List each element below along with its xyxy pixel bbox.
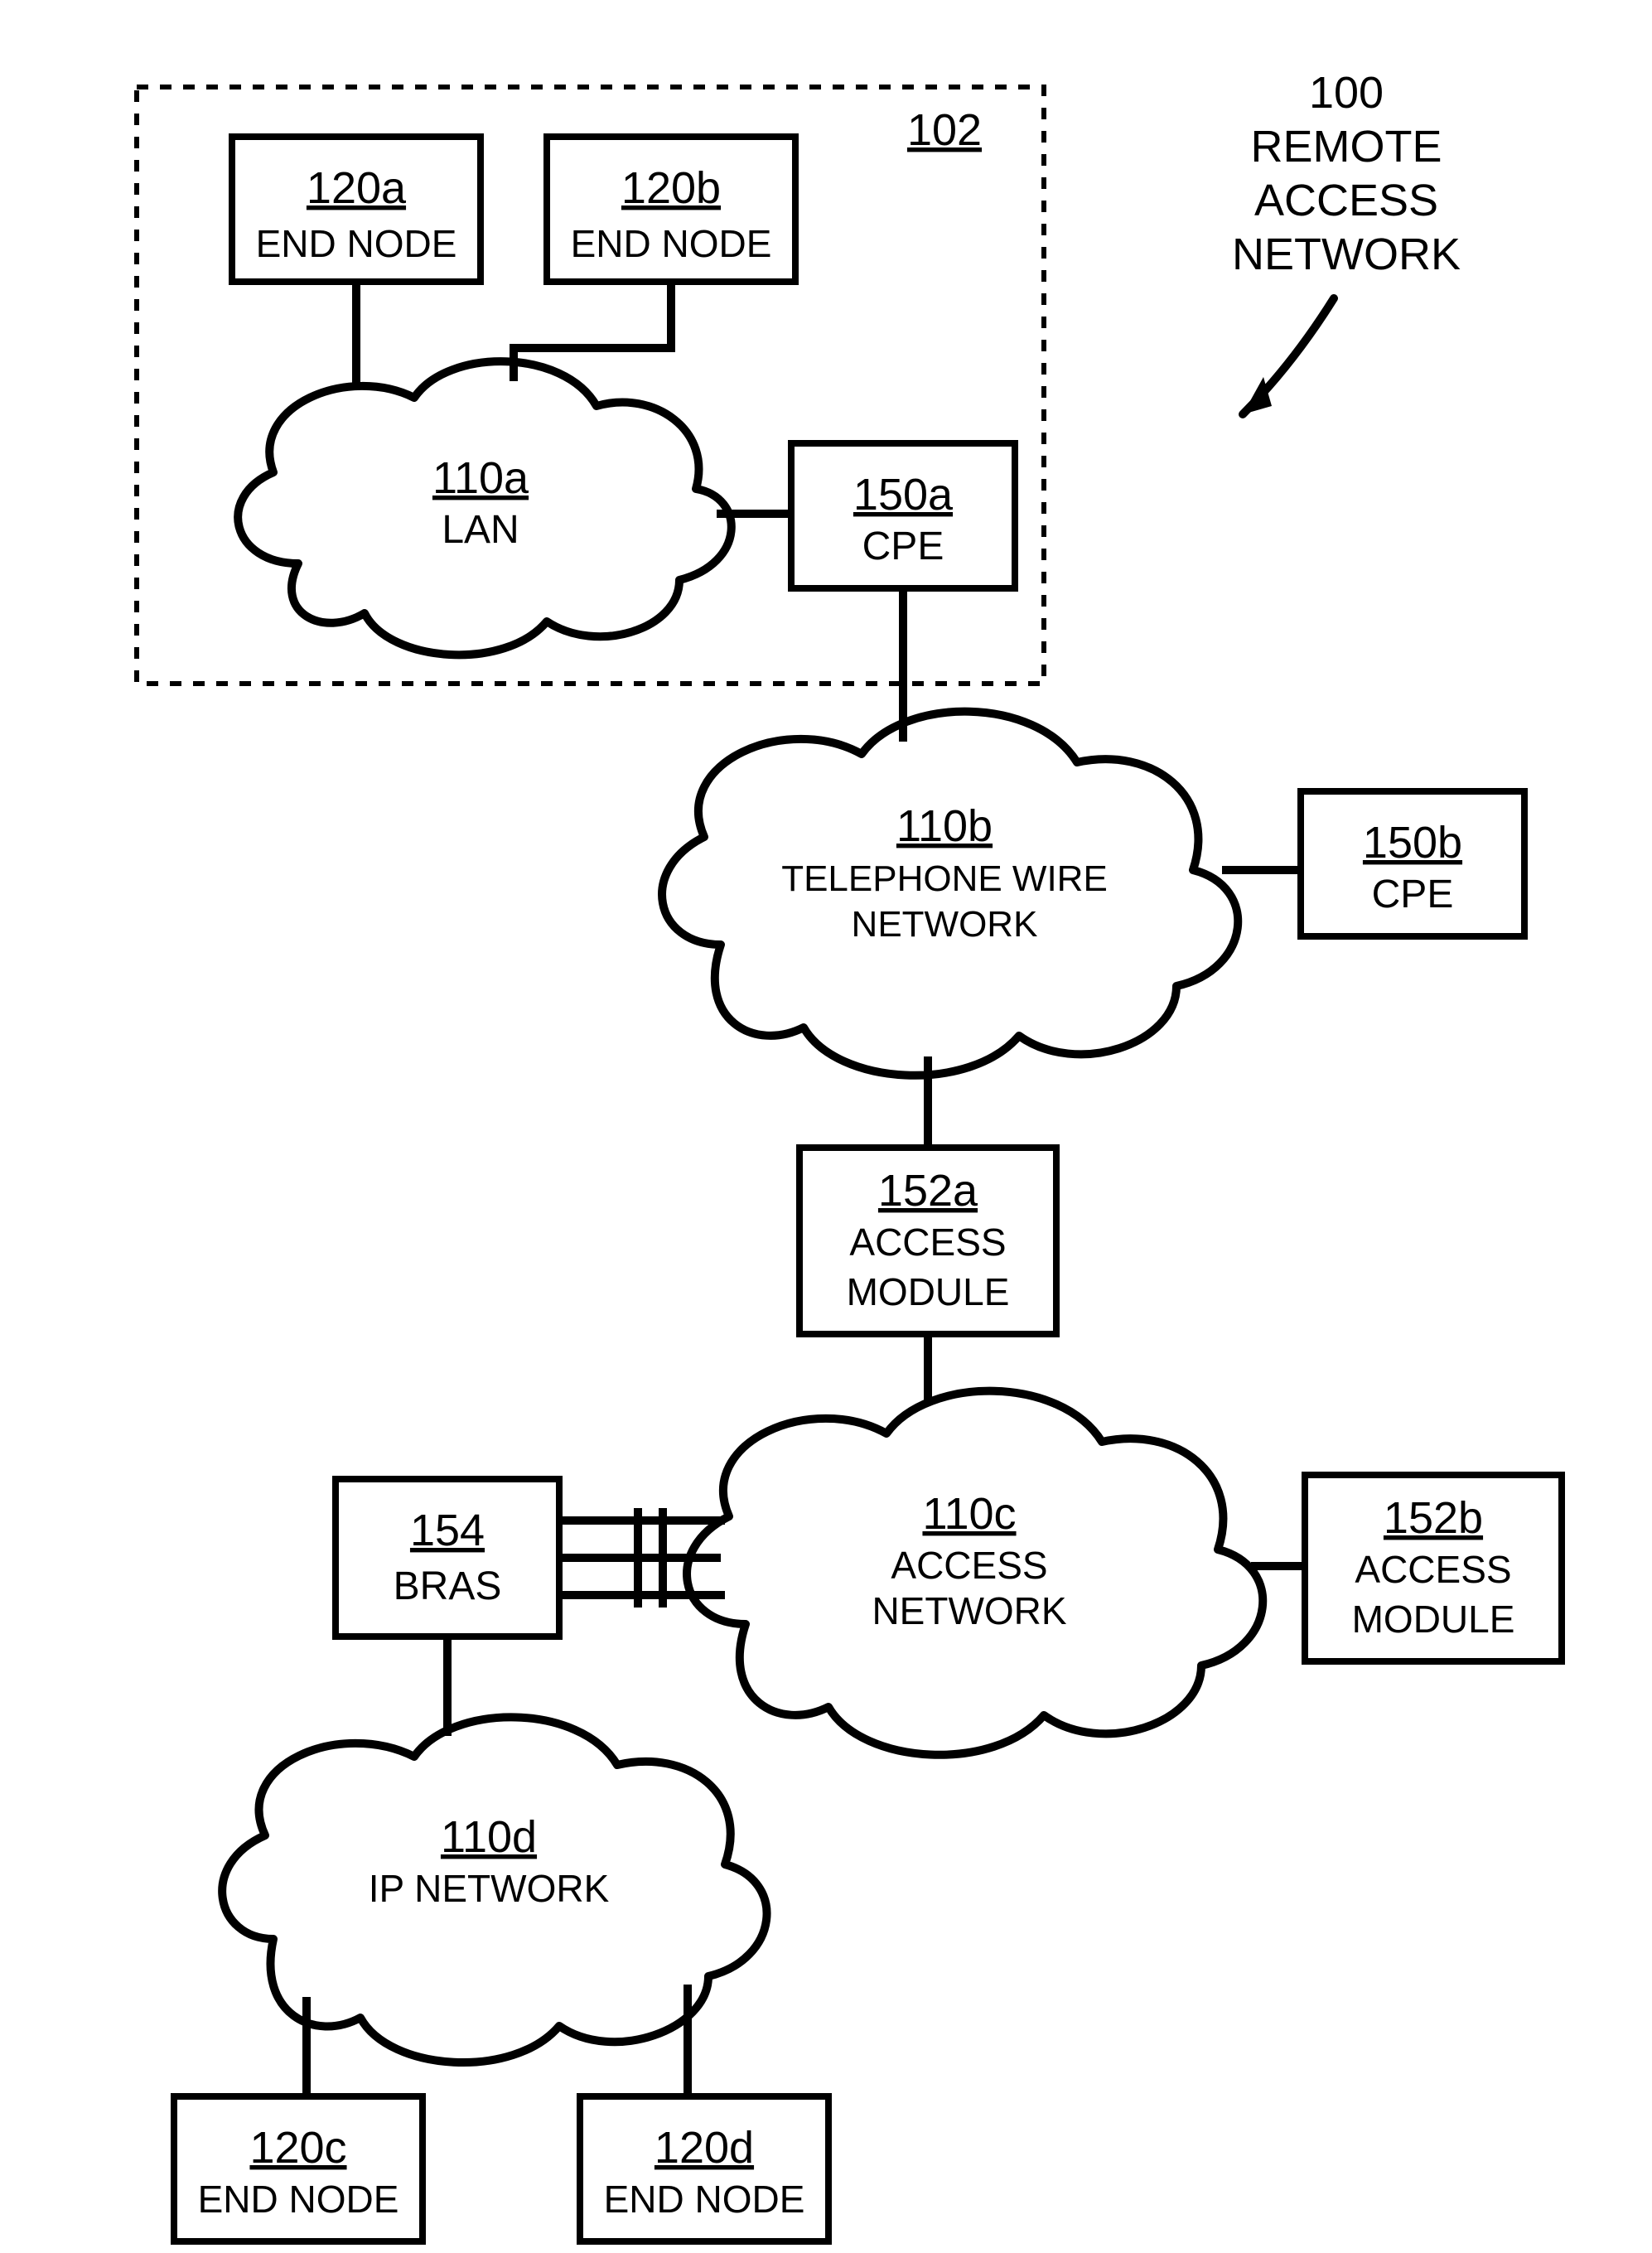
end-node-120a-ref: 120a [307,163,407,213]
cpe-150a-label: CPE [862,525,944,568]
diagram-title: 100 REMOTE ACCESS NETWORK [1232,68,1461,414]
cpe-150b-ref: 150b [1363,818,1462,868]
end-node-120a-label: END NODE [256,222,457,265]
link-bras-access-multi [559,1508,725,1608]
ip-cloud-ref: 110d [441,1812,537,1862]
access-cloud-110c: 110c ACCESS NETWORK [687,1391,1263,1755]
access-module-152a: 152a ACCESS MODULE [799,1148,1056,1334]
title-line3: NETWORK [1232,230,1461,279]
end-node-120c-ref: 120c [249,2123,346,2173]
access-module-152a-line1: ACCESS [849,1221,1006,1264]
access-module-152b: 152b ACCESS MODULE [1305,1475,1562,1661]
title-ref: 100 [1309,68,1384,118]
access-module-152a-ref: 152a [878,1166,978,1216]
cpe-150b: 150b CPE [1301,791,1524,936]
cpe-150a-ref: 150a [853,470,954,520]
end-node-120c-label: END NODE [198,2178,399,2221]
lan-cloud-label: LAN [442,508,519,552]
access-cloud-line1: ACCESS [891,1544,1047,1587]
lan-cloud-ref: 110a [432,453,529,503]
bras-154: 154 BRAS [336,1479,559,1637]
lan-cloud-110a: 110a LAN [238,361,732,655]
bras-label: BRAS [394,1564,502,1608]
premises-ref: 102 [907,105,982,155]
end-node-120a: 120a END NODE [232,137,481,282]
telephone-cloud-ref: 110b [896,801,993,851]
telephone-cloud-110b: 110b TELEPHONE WIRE NETWORK [662,712,1238,1076]
access-cloud-ref: 110c [922,1489,1016,1539]
end-node-120d-label: END NODE [604,2178,805,2221]
end-node-120b-label: END NODE [571,222,772,265]
cpe-150a: 150a CPE [791,443,1015,588]
access-module-152b-line2: MODULE [1352,1598,1515,1641]
access-cloud-line2: NETWORK [872,1589,1066,1632]
access-module-152b-ref: 152b [1384,1493,1483,1543]
title-line1: REMOTE [1250,122,1442,172]
end-node-120b: 120b END NODE [547,137,795,282]
cpe-150b-label: CPE [1372,873,1454,916]
end-node-120d: 120d END NODE [580,2096,828,2241]
ip-cloud-label: IP NETWORK [369,1867,610,1910]
title-line2: ACCESS [1254,176,1438,225]
end-node-120b-ref: 120b [621,163,721,213]
telephone-cloud-line1: TELEPHONE WIRE [781,858,1108,899]
telephone-cloud-line2: NETWORK [852,904,1038,945]
access-module-152b-line1: ACCESS [1355,1548,1511,1591]
bras-ref: 154 [410,1506,485,1555]
end-node-120d-ref: 120d [655,2123,754,2173]
access-module-152a-line2: MODULE [847,1270,1010,1313]
end-node-120c: 120c END NODE [174,2096,423,2241]
